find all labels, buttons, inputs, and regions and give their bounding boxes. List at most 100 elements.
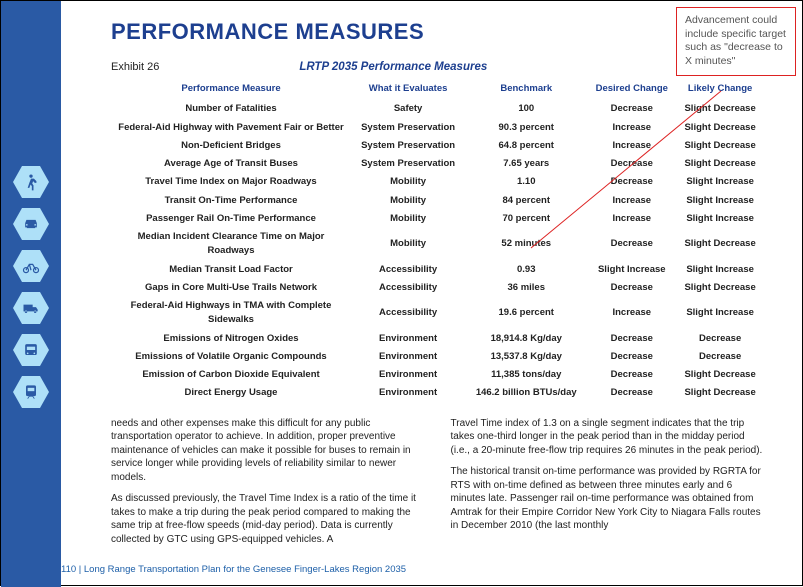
cell-desired: Increase <box>587 192 676 210</box>
col-benchmark: Benchmark <box>465 79 587 100</box>
cell-desired: Decrease <box>587 279 676 297</box>
body-text-columns: needs and other expenses make this diffi… <box>111 417 764 555</box>
cell-evaluates: Environment <box>351 330 465 348</box>
cell-benchmark: 13,537.8 Kg/day <box>465 348 587 366</box>
cell-likely: Slight Decrease <box>676 384 764 402</box>
cell-desired: Increase <box>587 119 676 137</box>
cell-desired: Decrease <box>587 384 676 402</box>
table-row: Gaps in Core Multi-Use Trails NetworkAcc… <box>111 279 764 297</box>
cell-evaluates: Mobility <box>351 173 465 191</box>
col-evaluates: What it Evaluates <box>351 79 465 100</box>
cell-evaluates: Environment <box>351 384 465 402</box>
col-desired: Desired Change <box>587 79 676 100</box>
body-paragraph: The historical transit on-time performan… <box>451 465 765 533</box>
cell-evaluates: System Preservation <box>351 155 465 173</box>
cell-benchmark: 146.2 billion BTUs/day <box>465 384 587 402</box>
cell-measure: Median Incident Clearance Time on Major … <box>111 228 351 261</box>
cell-likely: Slight Decrease <box>676 155 764 173</box>
cell-desired: Increase <box>587 137 676 155</box>
bus-icon <box>13 334 49 366</box>
cell-evaluates: Accessibility <box>351 261 465 279</box>
table-row: Median Transit Load FactorAccessibility0… <box>111 261 764 279</box>
cell-measure: Transit On-Time Performance <box>111 192 351 210</box>
page-title: PERFORMANCE MEASURES <box>111 19 764 45</box>
cell-evaluates: Accessibility <box>351 297 465 330</box>
cell-evaluates: System Preservation <box>351 119 465 137</box>
table-row: Non-Deficient BridgesSystem Preservation… <box>111 137 764 155</box>
cell-desired: Decrease <box>587 366 676 384</box>
cell-desired: Slight Increase <box>587 261 676 279</box>
cell-measure: Gaps in Core Multi-Use Trails Network <box>111 279 351 297</box>
cell-measure: Non-Deficient Bridges <box>111 137 351 155</box>
table-row: Average Age of Transit BusesSystem Prese… <box>111 155 764 173</box>
cell-benchmark: 1.10 <box>465 173 587 191</box>
exhibit-header: Exhibit 26 LRTP 2035 Performance Measure… <box>111 61 764 73</box>
cell-evaluates: Safety <box>351 100 465 118</box>
table-row: Passenger Rail On-Time PerformanceMobili… <box>111 210 764 228</box>
body-right-column: Travel Time index of 1.3 on a single seg… <box>451 417 765 555</box>
cell-measure: Federal-Aid Highways in TMA with Complet… <box>111 297 351 330</box>
table-row: Direct Energy UsageEnvironment146.2 bill… <box>111 384 764 402</box>
cell-likely: Slight Decrease <box>676 137 764 155</box>
table-row: Median Incident Clearance Time on Major … <box>111 228 764 261</box>
cell-measure: Emission of Carbon Dioxide Equivalent <box>111 366 351 384</box>
table-row: Federal-Aid Highway with Pavement Fair o… <box>111 119 764 137</box>
cell-desired: Increase <box>587 210 676 228</box>
body-paragraph: Travel Time index of 1.3 on a single seg… <box>451 417 765 458</box>
cell-desired: Decrease <box>587 100 676 118</box>
cell-evaluates: System Preservation <box>351 137 465 155</box>
cell-desired: Increase <box>587 297 676 330</box>
cell-likely: Slight Decrease <box>676 119 764 137</box>
cell-evaluates: Mobility <box>351 228 465 261</box>
cell-desired: Decrease <box>587 155 676 173</box>
table-row: Emission of Carbon Dioxide EquivalentEnv… <box>111 366 764 384</box>
train-icon <box>13 376 49 408</box>
cell-measure: Travel Time Index on Major Roadways <box>111 173 351 191</box>
table-row: Federal-Aid Highways in TMA with Complet… <box>111 297 764 330</box>
cell-benchmark: 52 minutes <box>465 228 587 261</box>
cell-benchmark: 90.3 percent <box>465 119 587 137</box>
page-footer: 110 | Long Range Transportation Plan for… <box>61 564 406 575</box>
cell-likely: Slight Decrease <box>676 228 764 261</box>
cell-evaluates: Environment <box>351 348 465 366</box>
cell-measure: Number of Fatalities <box>111 100 351 118</box>
cell-measure: Direct Energy Usage <box>111 384 351 402</box>
cell-likely: Slight Decrease <box>676 100 764 118</box>
car-icon <box>13 208 49 240</box>
cell-benchmark: 84 percent <box>465 192 587 210</box>
cell-desired: Decrease <box>587 348 676 366</box>
cell-benchmark: 36 miles <box>465 279 587 297</box>
cell-measure: Federal-Aid Highway with Pavement Fair o… <box>111 119 351 137</box>
cell-desired: Decrease <box>587 228 676 261</box>
table-row: Emissions of Volatile Organic CompoundsE… <box>111 348 764 366</box>
cell-benchmark: 0.93 <box>465 261 587 279</box>
cell-desired: Decrease <box>587 330 676 348</box>
cell-evaluates: Accessibility <box>351 279 465 297</box>
bicycle-icon <box>13 250 49 282</box>
cell-likely: Decrease <box>676 330 764 348</box>
annotation-callout: Advancement could include specific targe… <box>676 7 796 76</box>
exhibit-title: LRTP 2035 Performance Measures <box>299 61 487 73</box>
cell-benchmark: 64.8 percent <box>465 137 587 155</box>
cell-likely: Decrease <box>676 348 764 366</box>
cell-benchmark: 19.6 percent <box>465 297 587 330</box>
cell-benchmark: 70 percent <box>465 210 587 228</box>
cell-measure: Passenger Rail On-Time Performance <box>111 210 351 228</box>
table-row: Emissions of Nitrogen OxidesEnvironment1… <box>111 330 764 348</box>
cell-benchmark: 7.65 years <box>465 155 587 173</box>
cell-likely: Slight Increase <box>676 173 764 191</box>
mode-sidebar <box>1 1 61 587</box>
page-content: PERFORMANCE MEASURES Exhibit 26 LRTP 203… <box>61 1 803 587</box>
cell-measure: Median Transit Load Factor <box>111 261 351 279</box>
cell-likely: Slight Decrease <box>676 279 764 297</box>
cell-measure: Emissions of Volatile Organic Compounds <box>111 348 351 366</box>
body-paragraph: As discussed previously, the Travel Time… <box>111 492 425 546</box>
cell-likely: Slight Increase <box>676 192 764 210</box>
exhibit-label: Exhibit 26 <box>111 61 159 73</box>
cell-likely: Slight Decrease <box>676 366 764 384</box>
cell-likely: Slight Increase <box>676 261 764 279</box>
cell-benchmark: 100 <box>465 100 587 118</box>
table-header-row: Performance Measure What it Evaluates Be… <box>111 79 764 100</box>
cell-desired: Decrease <box>587 173 676 191</box>
truck-icon <box>13 292 49 324</box>
